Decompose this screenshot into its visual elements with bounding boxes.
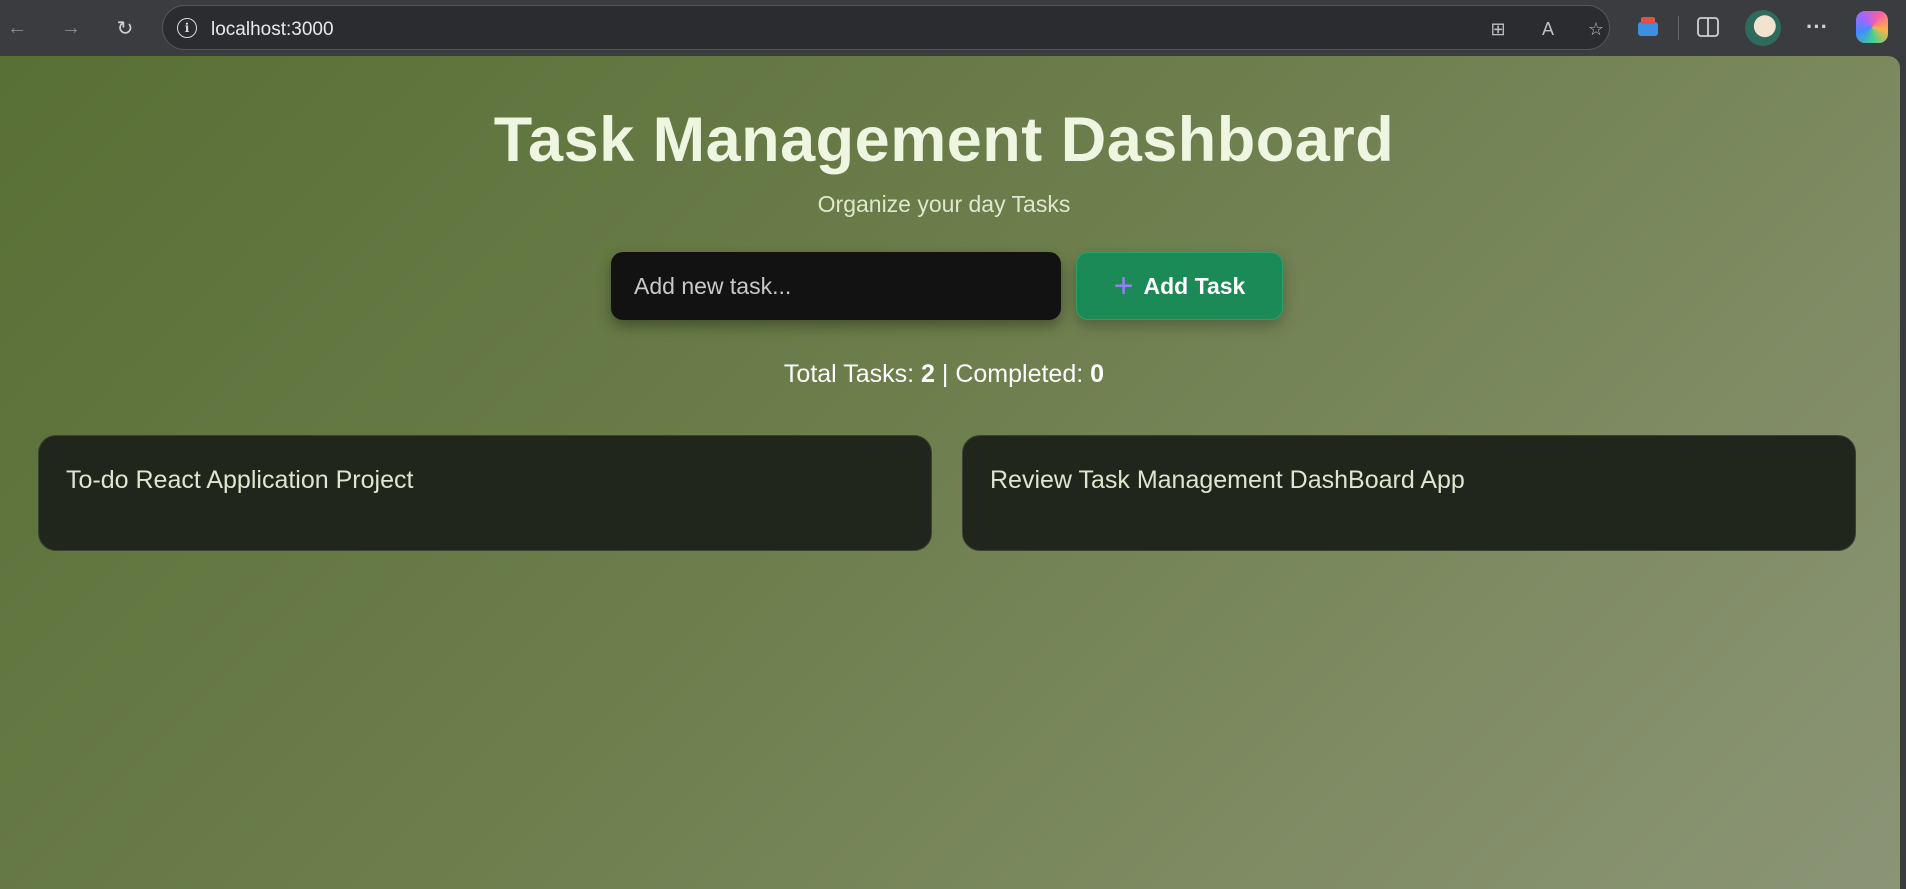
- toolbar-divider: [1678, 16, 1679, 40]
- add-task-label: Add Task: [1143, 272, 1246, 299]
- favorite-icon[interactable]: ☆: [1583, 16, 1609, 42]
- task-text: To-do React Application Project: [66, 466, 414, 494]
- copilot-icon[interactable]: [1856, 11, 1888, 43]
- window-edge: [1900, 56, 1906, 889]
- plus-icon: +: [1113, 267, 1134, 305]
- split-screen-icon[interactable]: [1691, 10, 1725, 44]
- extension-icon[interactable]: [1631, 10, 1665, 44]
- completed-label: Completed:: [955, 360, 1084, 388]
- page-subtitle: Organize your day Tasks: [817, 191, 1071, 217]
- new-task-input[interactable]: [611, 252, 1061, 320]
- site-info-icon[interactable]: i: [177, 18, 197, 38]
- back-icon[interactable]: ←: [0, 11, 34, 45]
- page-title: Task Management Dashboard: [493, 105, 1395, 175]
- task-card[interactable]: Review Task Management DashBoard App: [962, 435, 1856, 551]
- browser-toolbar: ← → ↻ i localhost:3000 ⊞ A ☆ ···: [0, 0, 1906, 56]
- url-text[interactable]: localhost:3000: [211, 19, 334, 41]
- completed-value: 0: [1090, 360, 1105, 388]
- stats-separator: |: [941, 360, 949, 388]
- forward-icon[interactable]: →: [54, 11, 88, 45]
- task-text: Review Task Management DashBoard App: [990, 466, 1465, 494]
- reload-icon[interactable]: ↻: [108, 11, 142, 45]
- total-tasks-value: 2: [921, 360, 935, 388]
- task-stats: Total Tasks: 2 | Completed: 0: [0, 360, 1888, 389]
- read-aloud-icon[interactable]: A: [1535, 16, 1561, 42]
- apps-icon[interactable]: ⊞: [1485, 16, 1511, 42]
- task-card[interactable]: To-do React Application Project: [38, 435, 932, 551]
- add-task-button[interactable]: + Add Task: [1076, 252, 1283, 320]
- more-icon[interactable]: ···: [1800, 10, 1834, 44]
- profile-avatar[interactable]: [1745, 10, 1781, 46]
- total-tasks-label: Total Tasks:: [783, 360, 915, 388]
- page-viewport: Task Management Dashboard Organize your …: [0, 56, 1900, 889]
- address-bar[interactable]: i localhost:3000 ⊞ A ☆: [162, 5, 1610, 50]
